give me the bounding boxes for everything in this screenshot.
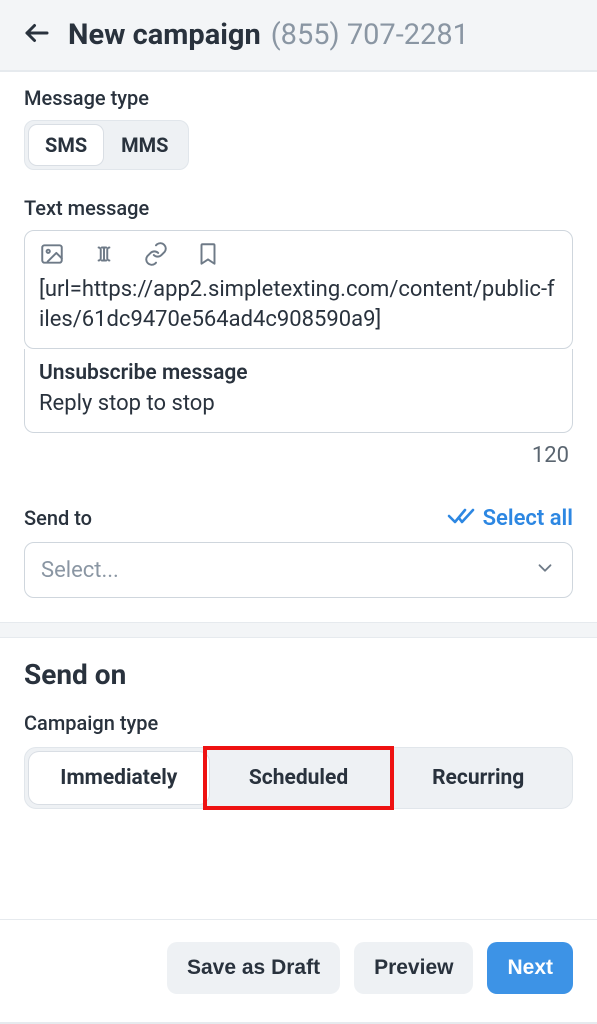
image-icon[interactable] [39,241,65,267]
unsubscribe-title: Unsubscribe message [39,361,558,385]
mms-option[interactable]: MMS [105,125,184,165]
select-all-label: Select all [483,506,573,531]
merge-field-icon[interactable] [91,241,117,267]
back-icon[interactable] [22,18,52,52]
header: New campaign (855) 707-2281 [0,0,597,72]
text-message-label: Text message [24,196,573,220]
select-all-button[interactable]: Select all [447,504,573,532]
save-draft-button[interactable]: Save as Draft [167,942,340,994]
message-type-label: Message type [24,86,573,110]
footer: Save as Draft Preview Next [0,919,597,1024]
next-button[interactable]: Next [487,942,573,994]
unsubscribe-text: Reply stop to stop [39,391,558,416]
unsubscribe-box: Unsubscribe message Reply stop to stop [24,349,573,433]
campaign-type-recurring[interactable]: Recurring [388,752,568,804]
send-to-label: Send to [24,506,92,530]
campaign-type-scheduled-label: Scheduled [249,766,348,790]
chevron-down-icon [534,557,556,583]
campaign-type-immediately[interactable]: Immediately [29,752,209,804]
section-divider [0,622,597,638]
message-toolbar [25,231,572,273]
campaign-type-label: Campaign type [24,711,573,735]
char-counter: 120 [532,443,569,468]
preview-button[interactable]: Preview [354,942,473,994]
campaign-type-scheduled[interactable]: Scheduled [209,752,389,804]
double-check-icon [447,504,475,532]
link-icon[interactable] [143,241,169,267]
message-textbox[interactable]: [url=https://app2.simpletexting.com/cont… [24,230,573,349]
send-to-select[interactable]: Select... [24,542,573,598]
message-type-segment: SMS MMS [24,120,189,170]
sms-option[interactable]: SMS [29,125,103,165]
header-phone: (855) 707-2281 [271,18,469,52]
page-title: New campaign [68,18,261,52]
message-content[interactable]: [url=https://app2.simpletexting.com/cont… [25,273,572,348]
campaign-type-segment: Immediately Scheduled Recurring [24,747,573,809]
send-to-placeholder: Select... [41,558,119,583]
send-on-title: Send on [24,658,573,691]
bookmark-icon[interactable] [195,241,221,267]
